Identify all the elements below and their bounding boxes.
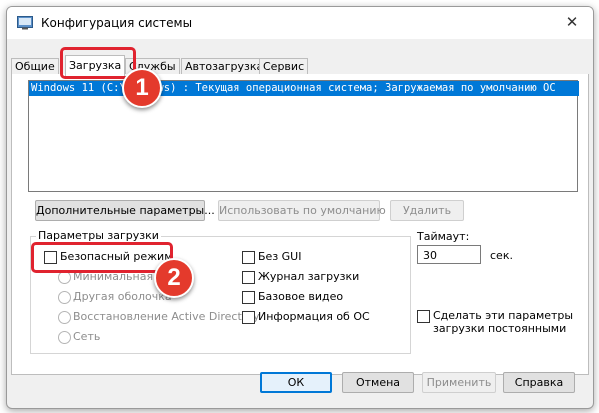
delete-button[interactable]: Удалить — [390, 200, 464, 221]
radio-ad-repair-label: Восстановление Active Directory — [73, 310, 260, 323]
step-2-badge: 2 — [154, 258, 194, 298]
apply-button[interactable]: Применить — [422, 372, 496, 393]
no-gui-label[interactable]: Без GUI — [258, 250, 301, 263]
no-gui-checkbox[interactable] — [242, 251, 255, 264]
window-title: Конфигурация системы — [41, 16, 193, 30]
tab-startup[interactable]: Автозагрузка — [181, 58, 268, 75]
radio-network[interactable] — [58, 331, 71, 344]
radio-ad-repair[interactable] — [58, 311, 71, 324]
timeout-unit: сек. — [490, 249, 513, 262]
advanced-options-button[interactable]: Дополнительные параметры... — [35, 200, 215, 221]
ok-button[interactable]: ОК — [260, 372, 332, 393]
help-button[interactable]: Справка — [503, 372, 575, 393]
step-1-badge: 1 — [122, 68, 162, 108]
close-icon[interactable]: ✕ — [554, 9, 590, 35]
radio-alternate-shell-label: Другая оболочка — [73, 290, 172, 303]
base-video-label[interactable]: Базовое видео — [258, 290, 343, 303]
boot-options-title: Параметры загрузки — [36, 229, 161, 242]
tab-tools[interactable]: Сервис — [259, 58, 309, 75]
timeout-input[interactable]: 30 — [417, 245, 481, 264]
persistent-checkbox[interactable] — [417, 310, 430, 323]
persistent-label-line1[interactable]: Сделать эти параметры — [433, 309, 573, 322]
os-info-checkbox[interactable] — [242, 311, 255, 324]
cancel-button[interactable]: Отмена — [342, 372, 414, 393]
tab-general[interactable]: Общие — [11, 58, 59, 75]
app-icon — [17, 16, 33, 30]
persistent-label-line2[interactable]: загрузки постоянными — [433, 322, 566, 335]
tab-boot[interactable]: Загрузка — [65, 55, 126, 76]
base-video-checkbox[interactable] — [242, 291, 255, 304]
boot-log-label[interactable]: Журнал загрузки — [258, 270, 359, 283]
os-list[interactable]: Windows 11 (C:\Windows) : Текущая операц… — [28, 80, 579, 192]
set-default-button[interactable]: Использовать по умолчанию — [218, 200, 386, 221]
safe-boot-highlight — [31, 242, 173, 273]
radio-alternate-shell[interactable] — [58, 291, 71, 304]
os-list-item[interactable]: Windows 11 (C:\Windows) : Текущая операц… — [29, 81, 579, 96]
radio-network-label: Сеть — [73, 330, 101, 343]
os-info-label[interactable]: Информация об ОС — [258, 310, 370, 323]
boot-log-checkbox[interactable] — [242, 271, 255, 284]
title-bar: Конфигурация системы ✕ — [7, 7, 593, 39]
timeout-label: Таймаут: — [417, 230, 470, 243]
